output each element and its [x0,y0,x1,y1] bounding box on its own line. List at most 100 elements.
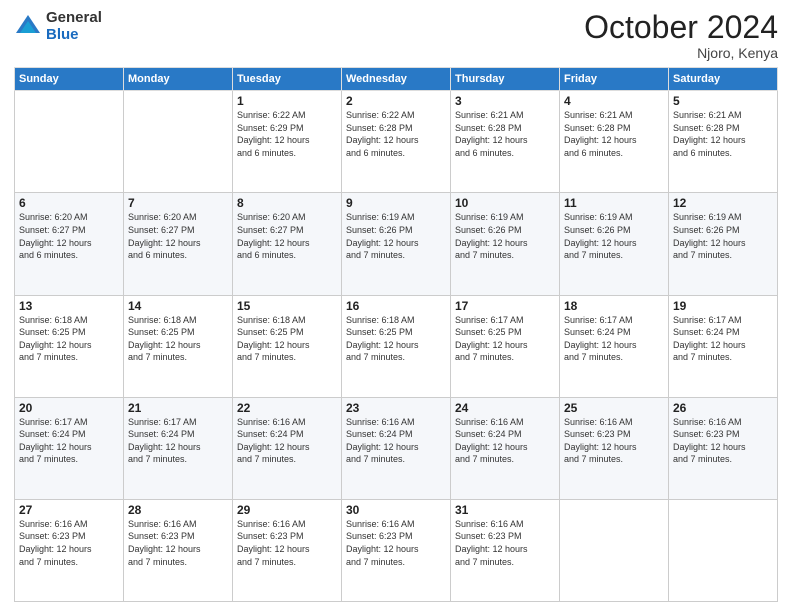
weekday-header-thursday: Thursday [451,68,560,91]
week-row-2: 13Sunrise: 6:18 AMSunset: 6:25 PMDayligh… [15,295,778,397]
calendar-cell: 31Sunrise: 6:16 AMSunset: 6:23 PMDayligh… [451,499,560,601]
day-info: Sunrise: 6:16 AMSunset: 6:23 PMDaylight:… [128,518,228,568]
day-info: Sunrise: 6:21 AMSunset: 6:28 PMDaylight:… [455,109,555,159]
day-number: 10 [455,196,555,210]
calendar-cell: 8Sunrise: 6:20 AMSunset: 6:27 PMDaylight… [233,193,342,295]
day-number: 11 [564,196,664,210]
day-number: 3 [455,94,555,108]
day-number: 18 [564,299,664,313]
day-info: Sunrise: 6:18 AMSunset: 6:25 PMDaylight:… [128,314,228,364]
day-info: Sunrise: 6:16 AMSunset: 6:23 PMDaylight:… [673,416,773,466]
day-number: 27 [19,503,119,517]
weekday-header-wednesday: Wednesday [342,68,451,91]
day-info: Sunrise: 6:16 AMSunset: 6:23 PMDaylight:… [19,518,119,568]
day-info: Sunrise: 6:16 AMSunset: 6:23 PMDaylight:… [455,518,555,568]
day-number: 15 [237,299,337,313]
day-number: 26 [673,401,773,415]
day-info: Sunrise: 6:22 AMSunset: 6:28 PMDaylight:… [346,109,446,159]
day-info: Sunrise: 6:18 AMSunset: 6:25 PMDaylight:… [237,314,337,364]
calendar-cell [669,499,778,601]
weekday-header-saturday: Saturday [669,68,778,91]
day-number: 1 [237,94,337,108]
day-number: 21 [128,401,228,415]
day-number: 5 [673,94,773,108]
day-number: 2 [346,94,446,108]
day-number: 7 [128,196,228,210]
day-info: Sunrise: 6:16 AMSunset: 6:24 PMDaylight:… [346,416,446,466]
calendar-cell [560,499,669,601]
day-number: 31 [455,503,555,517]
day-info: Sunrise: 6:17 AMSunset: 6:24 PMDaylight:… [564,314,664,364]
day-number: 14 [128,299,228,313]
day-info: Sunrise: 6:19 AMSunset: 6:26 PMDaylight:… [673,211,773,261]
calendar-cell: 20Sunrise: 6:17 AMSunset: 6:24 PMDayligh… [15,397,124,499]
day-info: Sunrise: 6:16 AMSunset: 6:24 PMDaylight:… [455,416,555,466]
day-info: Sunrise: 6:19 AMSunset: 6:26 PMDaylight:… [564,211,664,261]
day-number: 12 [673,196,773,210]
day-info: Sunrise: 6:19 AMSunset: 6:26 PMDaylight:… [346,211,446,261]
day-info: Sunrise: 6:21 AMSunset: 6:28 PMDaylight:… [564,109,664,159]
calendar-cell: 10Sunrise: 6:19 AMSunset: 6:26 PMDayligh… [451,193,560,295]
page: General Blue October 2024 Njoro, Kenya S… [0,0,792,612]
calendar-cell: 13Sunrise: 6:18 AMSunset: 6:25 PMDayligh… [15,295,124,397]
calendar-cell: 19Sunrise: 6:17 AMSunset: 6:24 PMDayligh… [669,295,778,397]
calendar-cell: 17Sunrise: 6:17 AMSunset: 6:25 PMDayligh… [451,295,560,397]
weekday-header-friday: Friday [560,68,669,91]
week-row-3: 20Sunrise: 6:17 AMSunset: 6:24 PMDayligh… [15,397,778,499]
day-info: Sunrise: 6:19 AMSunset: 6:26 PMDaylight:… [455,211,555,261]
day-info: Sunrise: 6:17 AMSunset: 6:24 PMDaylight:… [19,416,119,466]
calendar-cell: 30Sunrise: 6:16 AMSunset: 6:23 PMDayligh… [342,499,451,601]
calendar-cell: 4Sunrise: 6:21 AMSunset: 6:28 PMDaylight… [560,91,669,193]
calendar-cell: 29Sunrise: 6:16 AMSunset: 6:23 PMDayligh… [233,499,342,601]
day-number: 8 [237,196,337,210]
day-number: 16 [346,299,446,313]
day-info: Sunrise: 6:18 AMSunset: 6:25 PMDaylight:… [19,314,119,364]
day-number: 29 [237,503,337,517]
calendar-cell [15,91,124,193]
calendar-cell: 1Sunrise: 6:22 AMSunset: 6:29 PMDaylight… [233,91,342,193]
day-number: 9 [346,196,446,210]
calendar-cell: 18Sunrise: 6:17 AMSunset: 6:24 PMDayligh… [560,295,669,397]
weekday-header-row: SundayMondayTuesdayWednesdayThursdayFrid… [15,68,778,91]
calendar-cell: 11Sunrise: 6:19 AMSunset: 6:26 PMDayligh… [560,193,669,295]
weekday-header-sunday: Sunday [15,68,124,91]
location: Njoro, Kenya [584,45,778,61]
calendar-cell: 6Sunrise: 6:20 AMSunset: 6:27 PMDaylight… [15,193,124,295]
header: General Blue October 2024 Njoro, Kenya [14,10,778,61]
day-info: Sunrise: 6:17 AMSunset: 6:24 PMDaylight:… [673,314,773,364]
weekday-header-tuesday: Tuesday [233,68,342,91]
day-number: 4 [564,94,664,108]
day-number: 23 [346,401,446,415]
calendar-cell: 21Sunrise: 6:17 AMSunset: 6:24 PMDayligh… [124,397,233,499]
calendar-cell: 22Sunrise: 6:16 AMSunset: 6:24 PMDayligh… [233,397,342,499]
logo-general: General [46,10,102,27]
calendar-cell: 16Sunrise: 6:18 AMSunset: 6:25 PMDayligh… [342,295,451,397]
day-number: 25 [564,401,664,415]
day-number: 19 [673,299,773,313]
day-info: Sunrise: 6:20 AMSunset: 6:27 PMDaylight:… [128,211,228,261]
day-info: Sunrise: 6:17 AMSunset: 6:25 PMDaylight:… [455,314,555,364]
calendar-cell: 26Sunrise: 6:16 AMSunset: 6:23 PMDayligh… [669,397,778,499]
calendar-cell: 24Sunrise: 6:16 AMSunset: 6:24 PMDayligh… [451,397,560,499]
day-info: Sunrise: 6:22 AMSunset: 6:29 PMDaylight:… [237,109,337,159]
title-area: October 2024 Njoro, Kenya [584,10,778,61]
calendar-cell: 3Sunrise: 6:21 AMSunset: 6:28 PMDaylight… [451,91,560,193]
day-info: Sunrise: 6:16 AMSunset: 6:23 PMDaylight:… [346,518,446,568]
calendar-cell: 27Sunrise: 6:16 AMSunset: 6:23 PMDayligh… [15,499,124,601]
day-info: Sunrise: 6:16 AMSunset: 6:23 PMDaylight:… [564,416,664,466]
calendar-cell [124,91,233,193]
week-row-4: 27Sunrise: 6:16 AMSunset: 6:23 PMDayligh… [15,499,778,601]
weekday-header-monday: Monday [124,68,233,91]
calendar-cell: 9Sunrise: 6:19 AMSunset: 6:26 PMDaylight… [342,193,451,295]
day-info: Sunrise: 6:18 AMSunset: 6:25 PMDaylight:… [346,314,446,364]
day-info: Sunrise: 6:21 AMSunset: 6:28 PMDaylight:… [673,109,773,159]
day-number: 24 [455,401,555,415]
calendar-cell: 25Sunrise: 6:16 AMSunset: 6:23 PMDayligh… [560,397,669,499]
week-row-1: 6Sunrise: 6:20 AMSunset: 6:27 PMDaylight… [15,193,778,295]
logo-blue: Blue [46,27,102,44]
calendar-cell: 14Sunrise: 6:18 AMSunset: 6:25 PMDayligh… [124,295,233,397]
day-number: 30 [346,503,446,517]
calendar-cell: 28Sunrise: 6:16 AMSunset: 6:23 PMDayligh… [124,499,233,601]
day-info: Sunrise: 6:16 AMSunset: 6:24 PMDaylight:… [237,416,337,466]
day-number: 13 [19,299,119,313]
